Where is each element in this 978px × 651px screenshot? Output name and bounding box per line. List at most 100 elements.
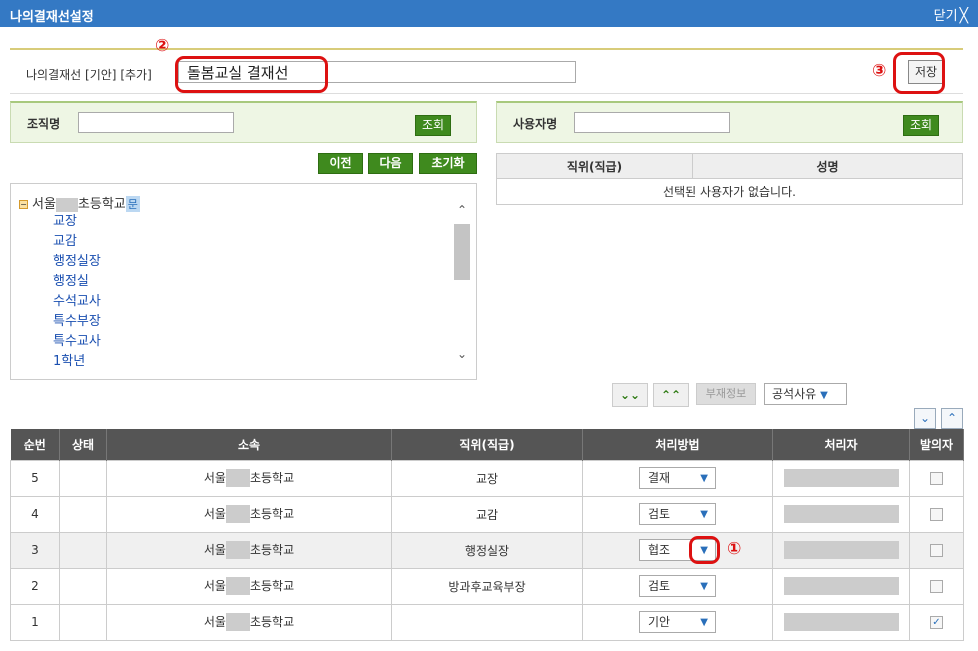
user-search-input[interactable]: [574, 112, 730, 133]
cell-seq: 4: [10, 495, 60, 533]
cell-seq: 3: [10, 531, 60, 569]
tree-item[interactable]: 특수교사: [53, 332, 101, 352]
cell-position: [391, 603, 583, 641]
annotation-3: ③: [872, 61, 887, 81]
tree-item[interactable]: 행정실장: [53, 252, 101, 272]
cell-method: 검토 ▼: [582, 495, 773, 533]
cell-handler: [772, 459, 910, 497]
tree-item[interactable]: 행정실: [53, 272, 101, 292]
prev-button[interactable]: 이전: [318, 153, 363, 174]
reset-button[interactable]: 초기화: [419, 153, 477, 174]
redaction-mask: [55, 197, 78, 212]
initiator-checkbox[interactable]: [930, 580, 943, 593]
scroll-down-icon[interactable]: ⌄: [454, 346, 470, 362]
cell-handler: [772, 495, 910, 533]
redaction-mask: [225, 469, 250, 488]
move-up-button[interactable]: ⌃⌃: [653, 383, 689, 407]
tree-items: 교장 교감 행정실장 행정실 수석교사 특수부장 특수교사 1학년: [53, 212, 101, 372]
method-select[interactable]: 기안 ▼: [639, 611, 716, 633]
th-status: 상태: [59, 429, 107, 460]
collapse-all-button[interactable]: ⌄: [914, 408, 936, 429]
cell-method: 기안 ▼: [582, 603, 773, 641]
th-handler: 처리자: [772, 429, 910, 460]
cell-seq: 2: [10, 567, 60, 605]
redaction-mask: [783, 505, 899, 523]
tree-root[interactable]: − 서울 초등학교 문: [19, 193, 140, 212]
cell-status: [59, 567, 107, 605]
annotation-ring-method: [689, 536, 720, 564]
annotation-1: ①: [727, 539, 742, 559]
user-search-button[interactable]: 조회: [903, 115, 939, 136]
initiator-checkbox[interactable]: [930, 508, 943, 521]
cell-handler: [772, 567, 910, 605]
tree-item[interactable]: 1학년: [53, 352, 101, 372]
tree-item[interactable]: 교감: [53, 232, 101, 252]
cell-method: 협조 ▼: [582, 531, 773, 569]
cell-handler: [772, 603, 910, 641]
table-row[interactable]: 3 서울 초등학교 행정실장 협조 ▼: [10, 531, 964, 569]
th-initiator: 발의자: [909, 429, 964, 460]
scroll-thumb[interactable]: [454, 224, 470, 280]
expand-all-button[interactable]: ⌃: [941, 408, 963, 429]
cell-initiator: [909, 459, 964, 497]
line-name-label: 나의결재선 [기안] [추가]: [26, 68, 152, 82]
method-select[interactable]: 검토 ▼: [639, 503, 716, 525]
user-search-label: 사용자명: [513, 117, 558, 131]
cell-initiator: [909, 531, 964, 569]
th-seq: 순번: [10, 429, 60, 460]
close-label: 닫기: [933, 9, 958, 24]
close-icon: ╳: [959, 8, 968, 24]
empty-message: 선택된 사용자가 없습니다.: [496, 178, 963, 205]
collapse-icon[interactable]: −: [19, 200, 28, 209]
annotation-ring-name: [175, 56, 328, 93]
dropdown-arrow-icon: ▼: [700, 617, 708, 628]
redaction-mask: [783, 469, 899, 487]
approval-line-table: 순번 상태 소속 직위(직급) 처리방법 처리자 발의자 5 서울 초등학교 교장…: [10, 429, 964, 641]
initiator-checkbox[interactable]: [930, 472, 943, 485]
cell-status: [59, 531, 107, 569]
annotation-ring-save: [893, 52, 945, 94]
cell-dept: 서울 초등학교: [106, 459, 392, 497]
absence-info-button: 부재정보: [696, 383, 756, 405]
method-select[interactable]: 검토 ▼: [639, 575, 716, 597]
cell-initiator: [909, 567, 964, 605]
table-row[interactable]: 1 서울 초등학교 기안 ▼ ✓: [10, 603, 964, 641]
tree-item[interactable]: 특수부장: [53, 312, 101, 332]
dropdown-arrow-icon: ▼: [820, 390, 828, 401]
method-select[interactable]: 결재 ▼: [639, 467, 716, 489]
move-down-button[interactable]: ⌄⌄: [612, 383, 648, 407]
table-row[interactable]: 2 서울 초등학교 방과후교육부장 검토 ▼: [10, 567, 964, 605]
tag-draft: [기안]: [85, 68, 117, 82]
cell-method: 결재 ▼: [582, 459, 773, 497]
cell-status: [59, 603, 107, 641]
col-name: 성명: [692, 153, 963, 179]
cell-status: [59, 495, 107, 533]
table-row[interactable]: 5 서울 초등학교 교장 결재 ▼: [10, 459, 964, 497]
cell-initiator: [909, 495, 964, 533]
tree-scrollbar[interactable]: ⌃ ⌄: [454, 202, 470, 362]
initiator-checkbox[interactable]: [930, 544, 943, 557]
dropdown-arrow-icon: ▼: [700, 473, 708, 484]
tree-item[interactable]: 교장: [53, 212, 101, 232]
redaction-mask: [225, 577, 250, 596]
cell-method: 검토 ▼: [582, 567, 773, 605]
redaction-mask: [783, 541, 899, 559]
absence-reason-dropdown[interactable]: 공석사유 ▼: [764, 383, 847, 405]
org-search-input[interactable]: [78, 112, 234, 133]
close-button[interactable]: 닫기 ╳: [934, 5, 968, 24]
org-search-button[interactable]: 조회: [415, 115, 451, 136]
annotation-2: ②: [155, 36, 170, 56]
initiator-checkbox[interactable]: ✓: [930, 616, 943, 629]
cell-initiator: ✓: [909, 603, 964, 641]
redaction-mask: [783, 613, 899, 631]
cell-position: 행정실장: [391, 531, 583, 569]
cell-dept: 서울 초등학교: [106, 603, 392, 641]
scroll-up-icon[interactable]: ⌃: [454, 202, 470, 218]
tree-item[interactable]: 수석교사: [53, 292, 101, 312]
cell-dept: 서울 초등학교: [106, 531, 392, 569]
cell-seq: 1: [10, 603, 60, 641]
table-row[interactable]: 4 서울 초등학교 교감 검토 ▼: [10, 495, 964, 533]
cell-position: 방과후교육부장: [391, 567, 583, 605]
next-button[interactable]: 다음: [368, 153, 413, 174]
cell-dept: 서울 초등학교: [106, 567, 392, 605]
